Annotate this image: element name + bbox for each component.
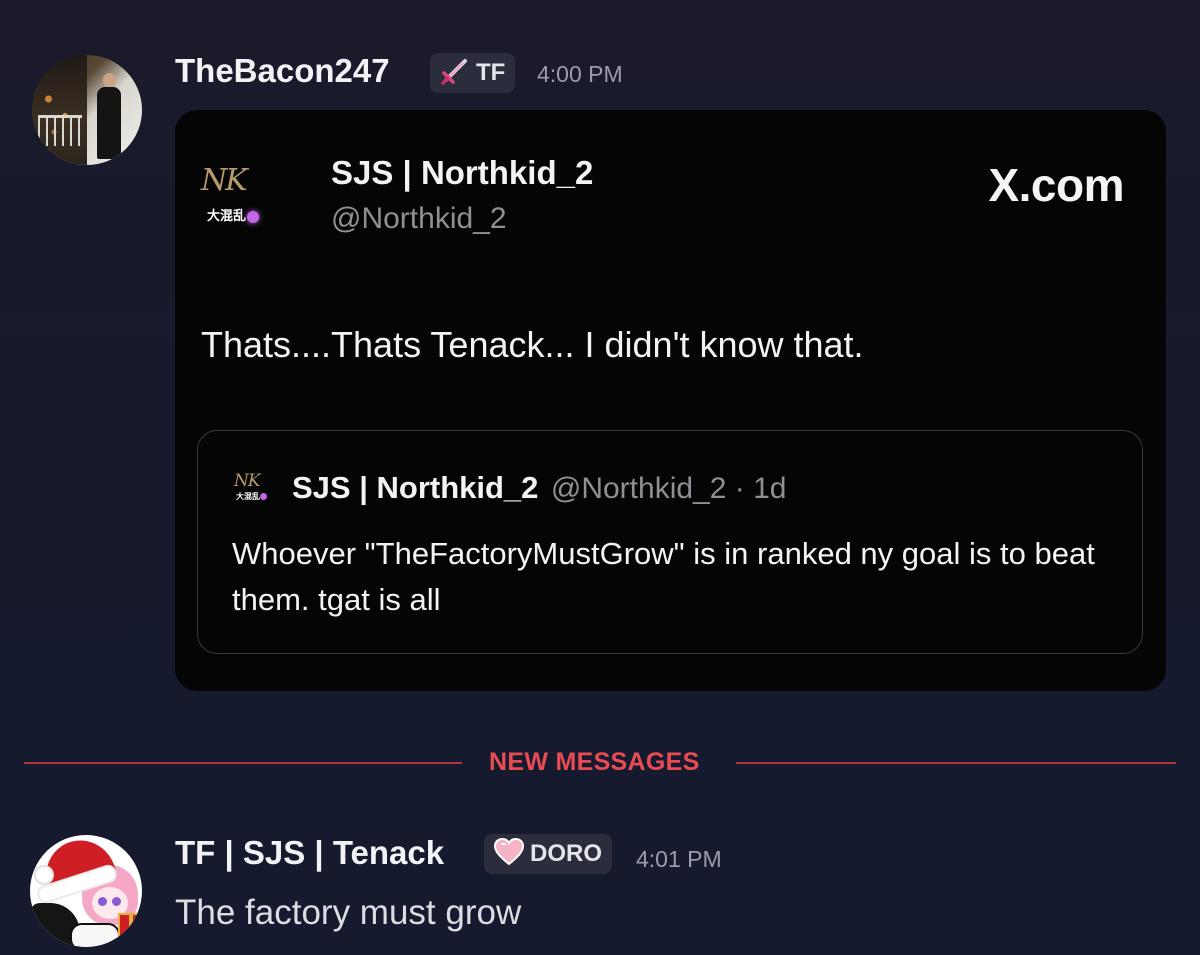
message-text: The factory must grow — [175, 893, 522, 932]
avatar-caption: 大混乱 — [207, 205, 260, 224]
user-avatar-thebacon247[interactable] — [32, 55, 142, 165]
nk-logo-icon: NK — [201, 163, 248, 198]
avatar-railing — [38, 115, 82, 146]
quoted-author-avatar: NK 大混乱 — [232, 471, 282, 507]
santa-hat-pom — [34, 865, 54, 885]
avatar-person — [94, 73, 124, 159]
quoted-post[interactable]: NK 大混乱 SJS | Northkid_2 @Northkid_2 · 1d… — [197, 430, 1143, 654]
role-tag-label: TF — [476, 59, 506, 86]
avatar-eye — [112, 897, 121, 906]
avatar-caption: 大混乱 — [236, 491, 267, 502]
gift-icon — [118, 913, 142, 939]
message-author-name[interactable]: TheBacon247 — [175, 52, 390, 90]
avatar-eye — [98, 897, 107, 906]
quoted-author-meta: @Northkid_2 · 1d — [550, 472, 787, 505]
avatar-body — [97, 87, 121, 159]
embed-author-avatar: NK 大混乱 — [197, 163, 287, 225]
sword-icon — [440, 56, 470, 91]
message-1: TheBacon247 TF 4:00 PM NK 大混乱 SJS | Nort… — [0, 0, 1200, 720]
message-timestamp: 4:01 PM — [636, 846, 722, 872]
message-author-name[interactable]: TF | SJS | Tenack — [175, 834, 444, 872]
link-embed[interactable]: NK 大混乱 SJS | Northkid_2 @Northkid_2 X.co… — [175, 110, 1166, 691]
quoted-post-header: SJS | Northkid_2 @Northkid_2 · 1d — [292, 470, 786, 506]
avatar-head — [103, 73, 116, 88]
heart-icon — [493, 837, 525, 871]
role-tag[interactable]: DORO — [484, 834, 612, 874]
role-tag[interactable]: TF — [430, 53, 516, 93]
embed-author-handle[interactable]: @Northkid_2 — [331, 202, 507, 236]
divider-line-left — [24, 762, 462, 764]
embed-author-name[interactable]: SJS | Northkid_2 — [331, 154, 593, 192]
message-timestamp: 4:00 PM — [537, 61, 623, 87]
nk-logo-icon: NK — [234, 471, 261, 491]
avatar-paws — [70, 923, 120, 947]
new-messages-divider-label: NEW MESSAGES — [489, 748, 700, 776]
quoted-post-text: Whoever "TheFactoryMustGrow" is in ranke… — [232, 536, 1095, 617]
role-tag-label: DORO — [530, 840, 602, 867]
avatar-background — [32, 55, 87, 165]
embed-post-text: Thats....Thats Tenack... I didn't know t… — [201, 324, 864, 365]
user-avatar-tenack[interactable] — [30, 835, 142, 947]
embed-site-name[interactable]: X.com — [988, 158, 1124, 212]
quoted-author-name: SJS | Northkid_2 — [292, 470, 539, 505]
divider-line-right — [736, 762, 1176, 764]
